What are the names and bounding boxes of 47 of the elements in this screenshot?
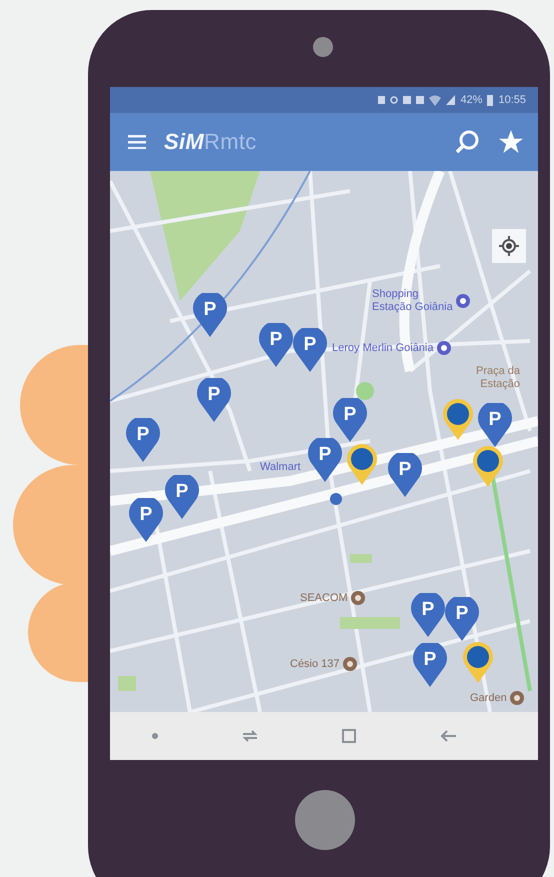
battery-percent: 42% bbox=[460, 94, 482, 106]
shop-icon bbox=[456, 294, 470, 308]
bus-stop-pin[interactable] bbox=[345, 443, 379, 487]
parking-pin[interactable]: P bbox=[333, 398, 367, 442]
back-button[interactable] bbox=[438, 729, 456, 743]
dot-button[interactable] bbox=[152, 733, 158, 739]
parking-pin[interactable]: P bbox=[413, 643, 447, 687]
parking-pin[interactable]: P bbox=[445, 597, 479, 641]
camera-icon bbox=[313, 37, 333, 57]
bus-stop-pin[interactable] bbox=[461, 641, 495, 685]
clock-time: 10:55 bbox=[498, 94, 526, 106]
place-label: Garden bbox=[470, 692, 507, 704]
location-icon bbox=[390, 96, 398, 104]
place-label: Césio 137 bbox=[290, 658, 340, 670]
place-label: Shopping Estação Goiânia bbox=[372, 288, 453, 314]
recent-apps-button[interactable] bbox=[240, 729, 258, 743]
parking-pin[interactable]: P bbox=[308, 438, 342, 482]
battery-icon bbox=[487, 94, 494, 106]
signal-icon bbox=[446, 95, 456, 105]
sim-icon bbox=[378, 96, 386, 104]
app-logo: SiMRmtc bbox=[164, 129, 258, 155]
parking-pin[interactable]: P bbox=[165, 475, 199, 519]
bus-stop-pin[interactable] bbox=[441, 398, 475, 442]
place-label: Walmart bbox=[260, 461, 301, 474]
bus-stop-pin[interactable] bbox=[471, 445, 505, 489]
parking-pin[interactable]: P bbox=[293, 328, 327, 372]
place-icon bbox=[342, 657, 357, 671]
wifi-icon bbox=[429, 94, 442, 106]
parking-pin[interactable]: P bbox=[197, 378, 231, 422]
place-label: Praça da Estação bbox=[476, 365, 520, 390]
parking-pin[interactable]: P bbox=[388, 453, 422, 497]
parking-pin[interactable]: P bbox=[259, 323, 293, 367]
search-button[interactable] bbox=[454, 129, 480, 155]
home-button[interactable] bbox=[342, 729, 356, 743]
parking-pin[interactable]: P bbox=[411, 593, 445, 637]
favorites-button[interactable] bbox=[498, 129, 524, 155]
parking-pin[interactable]: P bbox=[193, 293, 227, 337]
parking-pin[interactable]: P bbox=[129, 498, 163, 542]
place-label: Leroy Merlin Goiânia bbox=[332, 342, 434, 354]
place-label: SEACOM bbox=[300, 592, 348, 604]
menu-button[interactable] bbox=[128, 135, 146, 149]
parking-pin[interactable]: P bbox=[126, 418, 160, 462]
place-icon bbox=[510, 691, 524, 705]
my-location-button[interactable] bbox=[492, 229, 526, 263]
shop-icon bbox=[436, 341, 450, 355]
crosshair-icon bbox=[499, 236, 519, 256]
parking-pin[interactable]: P bbox=[478, 403, 512, 447]
